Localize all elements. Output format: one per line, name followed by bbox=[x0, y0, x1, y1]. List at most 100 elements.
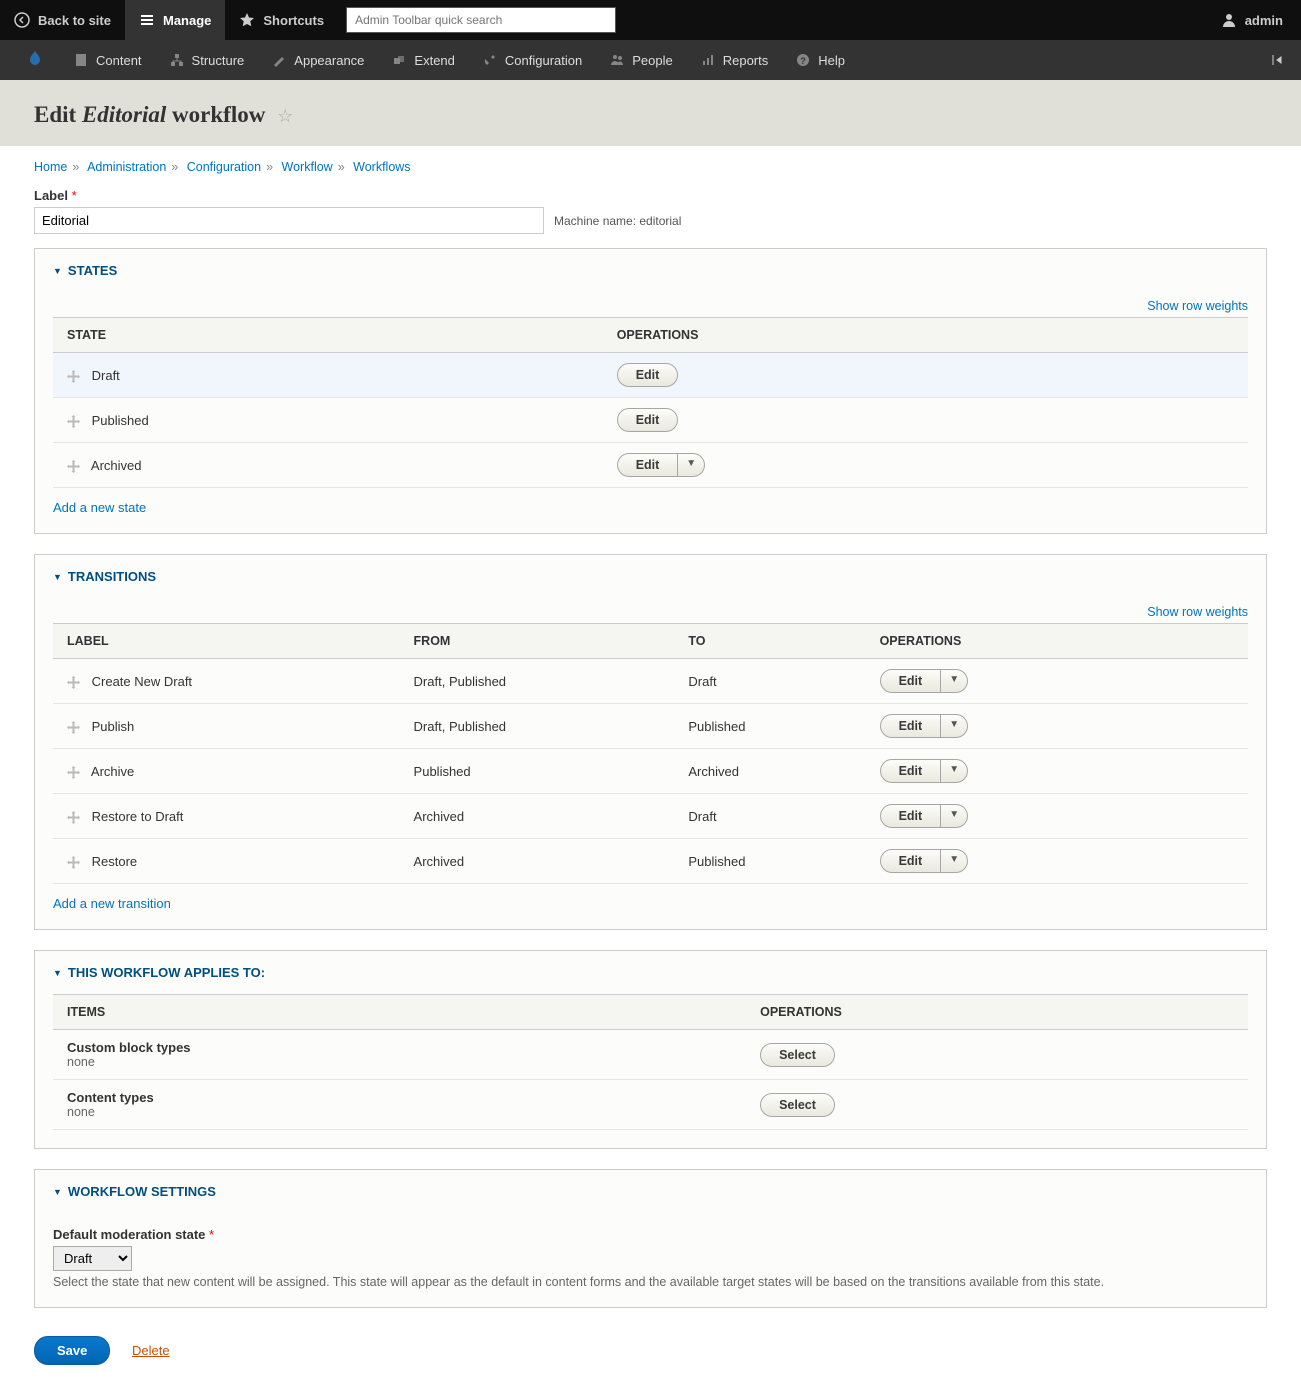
add-state-link[interactable]: Add a new state bbox=[53, 488, 146, 515]
crumb-admin[interactable]: Administration bbox=[87, 160, 166, 174]
title-italic: Editorial bbox=[82, 102, 166, 127]
transition-label: Create New Draft bbox=[92, 674, 192, 689]
transition-label: Restore bbox=[92, 854, 138, 869]
menu-content[interactable]: Content bbox=[60, 40, 156, 80]
edit-button[interactable]: Edit bbox=[880, 759, 942, 783]
states-summary[interactable]: ▼ States bbox=[35, 249, 1266, 292]
table-row: DraftEdit bbox=[53, 353, 1248, 398]
item-title: Content types bbox=[67, 1090, 732, 1105]
drag-handle[interactable] bbox=[67, 718, 80, 734]
table-row: Publish Draft, Published Published Edit▼ bbox=[53, 704, 1248, 749]
transitions-table: Label From To Operations Create New Draf… bbox=[53, 623, 1248, 884]
dropdown-toggle[interactable]: ▼ bbox=[941, 759, 968, 783]
arrow-icon: ▼ bbox=[53, 266, 62, 276]
transition-label: Archive bbox=[91, 764, 134, 779]
default-state-label: Default moderation state bbox=[53, 1227, 205, 1242]
machine-name-label: Machine name: editorial bbox=[554, 214, 681, 228]
edit-button[interactable]: Edit bbox=[880, 804, 942, 828]
col-state-ops: Operations bbox=[603, 318, 1248, 353]
table-row: Custom block typesnone Select bbox=[53, 1030, 1248, 1080]
drag-handle[interactable] bbox=[67, 673, 80, 689]
drag-handle[interactable] bbox=[67, 763, 80, 779]
drag-handle[interactable] bbox=[67, 808, 80, 824]
edit-button[interactable]: Edit bbox=[880, 714, 942, 738]
drag-handle[interactable] bbox=[67, 412, 80, 428]
states-section: ▼ States Show row weights State Operation… bbox=[34, 248, 1267, 534]
transition-to: Published bbox=[674, 704, 865, 749]
page-title: Edit Editorial workflow bbox=[34, 102, 271, 127]
back-icon bbox=[14, 12, 30, 28]
crumb-workflow[interactable]: Workflow bbox=[282, 160, 333, 174]
search-input[interactable] bbox=[346, 7, 616, 33]
settings-section: ▼Workflow Settings Default moderation st… bbox=[34, 1169, 1267, 1308]
edit-button[interactable]: Edit bbox=[880, 849, 942, 873]
table-row: Restore Archived Published Edit▼ bbox=[53, 839, 1248, 884]
help-icon: ? bbox=[796, 53, 810, 67]
states-table: State Operations DraftEdit PublishedEdit… bbox=[53, 317, 1248, 488]
states-heading: States bbox=[68, 263, 117, 278]
dropdown-toggle[interactable]: ▼ bbox=[941, 714, 968, 738]
svg-text:?: ? bbox=[801, 56, 807, 66]
table-row: ArchivedEdit▼ bbox=[53, 443, 1248, 488]
crumb-workflows[interactable]: Workflows bbox=[353, 160, 410, 174]
back-to-site[interactable]: Back to site bbox=[0, 0, 125, 40]
toolbar-top: Back to site Manage Shortcuts admin bbox=[0, 0, 1301, 40]
edit-button[interactable]: Edit bbox=[617, 408, 679, 432]
user-menu[interactable]: admin bbox=[1221, 12, 1301, 28]
edit-button[interactable]: Edit bbox=[880, 669, 942, 693]
menu-structure[interactable]: Structure bbox=[156, 40, 259, 80]
content-icon bbox=[74, 53, 88, 67]
drag-handle[interactable] bbox=[67, 457, 80, 473]
manage-toggle[interactable]: Manage bbox=[125, 0, 225, 40]
default-state-select[interactable]: Draft bbox=[53, 1246, 132, 1271]
arrow-icon: ▼ bbox=[53, 1187, 62, 1197]
drupal-icon bbox=[24, 49, 46, 71]
transition-from: Archived bbox=[400, 839, 675, 884]
save-button[interactable]: Save bbox=[34, 1336, 110, 1365]
menu-people-label: People bbox=[632, 53, 672, 68]
dropdown-toggle[interactable]: ▼ bbox=[678, 453, 705, 477]
dropdown-toggle[interactable]: ▼ bbox=[941, 849, 968, 873]
drag-handle[interactable] bbox=[67, 367, 80, 383]
table-row: Archive Published Archived Edit▼ bbox=[53, 749, 1248, 794]
edit-button[interactable]: Edit bbox=[617, 453, 679, 477]
menu-help[interactable]: ? Help bbox=[782, 40, 859, 80]
table-row: Create New Draft Draft, Published Draft … bbox=[53, 659, 1248, 704]
form-actions: Save Delete bbox=[34, 1328, 1267, 1365]
select-button[interactable]: Select bbox=[760, 1093, 835, 1117]
transitions-show-weights[interactable]: Show row weights bbox=[1147, 605, 1248, 619]
dropdown-toggle[interactable]: ▼ bbox=[941, 804, 968, 828]
menu-extend[interactable]: Extend bbox=[378, 40, 468, 80]
select-button[interactable]: Select bbox=[760, 1043, 835, 1067]
menu-help-label: Help bbox=[818, 53, 845, 68]
table-row: PublishedEdit bbox=[53, 398, 1248, 443]
dropdown-toggle[interactable]: ▼ bbox=[941, 669, 968, 693]
menu-reports[interactable]: Reports bbox=[687, 40, 783, 80]
drupal-logo[interactable] bbox=[10, 40, 60, 80]
delete-link[interactable]: Delete bbox=[132, 1343, 170, 1358]
transitions-summary[interactable]: ▼Transitions bbox=[35, 555, 1266, 598]
transition-from: Archived bbox=[400, 794, 675, 839]
applies-table: Items Operations Custom block typesnone … bbox=[53, 994, 1248, 1130]
title-region: Edit Editorial workflow ☆ bbox=[0, 80, 1301, 146]
toolbar-search bbox=[346, 7, 616, 33]
applies-summary[interactable]: ▼This workflow applies to: bbox=[35, 951, 1266, 994]
reports-icon bbox=[701, 53, 715, 67]
default-state-desc: Select the state that new content will b… bbox=[53, 1275, 1248, 1289]
label-input[interactable] bbox=[34, 207, 544, 234]
shortcut-star[interactable]: ☆ bbox=[277, 106, 293, 126]
menu-configuration[interactable]: Configuration bbox=[469, 40, 596, 80]
states-show-weights[interactable]: Show row weights bbox=[1147, 299, 1248, 313]
crumb-config[interactable]: Configuration bbox=[187, 160, 261, 174]
shortcuts-toggle[interactable]: Shortcuts bbox=[225, 0, 338, 40]
menu-appearance[interactable]: Appearance bbox=[258, 40, 378, 80]
crumb-home[interactable]: Home bbox=[34, 160, 67, 174]
settings-summary[interactable]: ▼Workflow Settings bbox=[35, 1170, 1266, 1213]
menu-people[interactable]: People bbox=[596, 40, 686, 80]
drag-handle[interactable] bbox=[67, 853, 80, 869]
collapse-toolbar[interactable] bbox=[1269, 52, 1285, 69]
menu-extend-label: Extend bbox=[414, 53, 454, 68]
people-icon bbox=[610, 53, 624, 67]
edit-button[interactable]: Edit bbox=[617, 363, 679, 387]
add-transition-link[interactable]: Add a new transition bbox=[53, 884, 171, 911]
